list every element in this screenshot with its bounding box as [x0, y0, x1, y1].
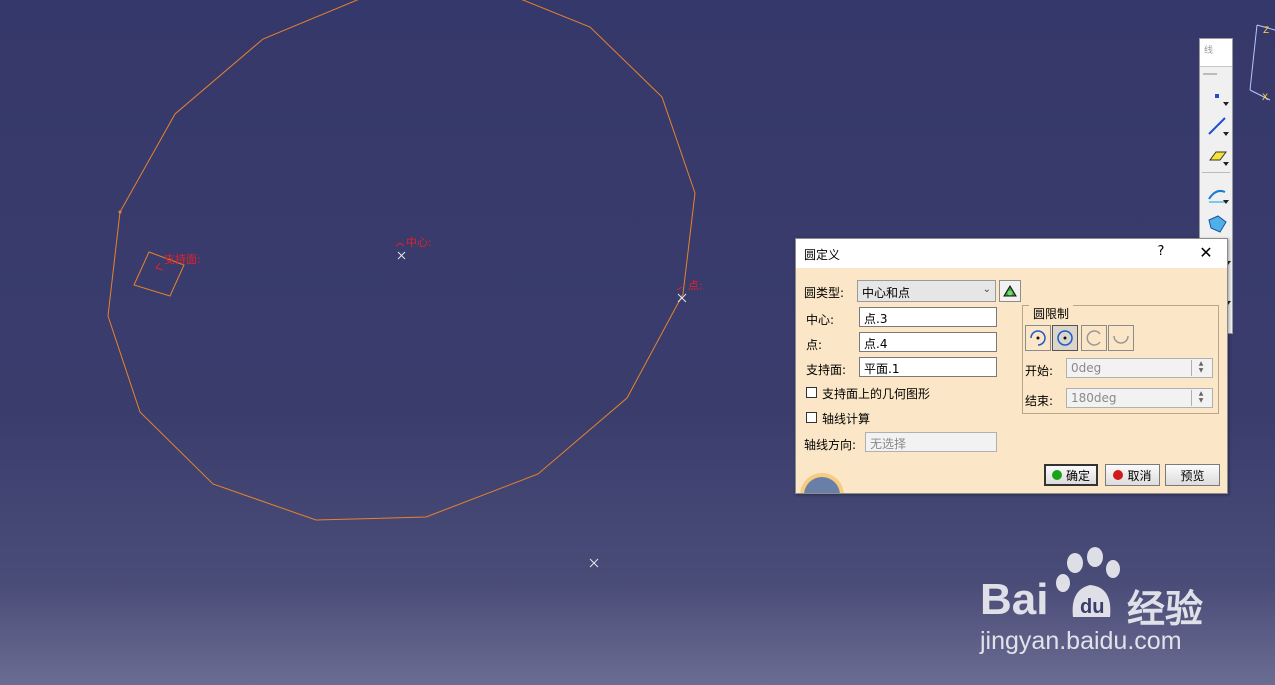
ok-button[interactable]: 确定	[1044, 464, 1098, 486]
center-field-label: 中心:	[806, 313, 835, 327]
center-field[interactable]: 点.3	[859, 307, 997, 327]
end-angle-value: 180deg	[1071, 391, 1117, 405]
axis-compute-label[interactable]: 轴线计算	[822, 410, 870, 427]
start-angle-field[interactable]: 0deg ▲ ▼	[1066, 358, 1213, 378]
part-arc-icon	[1030, 330, 1046, 346]
svg-text:X: X	[1262, 93, 1268, 103]
support-label: 支持面:	[164, 253, 201, 266]
plane-button[interactable]	[1204, 143, 1230, 169]
compass-icon[interactable]: Z X	[1249, 24, 1275, 103]
gallery-icon	[1003, 285, 1017, 297]
projection-button[interactable]	[1204, 181, 1230, 207]
cancel-button[interactable]: 取消	[1105, 464, 1160, 486]
dialog-title: 圆定义	[804, 248, 841, 262]
toolbar-title[interactable]: 线	[1200, 39, 1232, 67]
globe-decoration	[800, 473, 844, 493]
baidu-jingyan-watermark: Bai du 经验 jingyan.baidu.com	[975, 545, 1265, 665]
preview-button[interactable]: 预览	[1165, 464, 1220, 486]
paw-logo-icon: du	[1056, 547, 1120, 618]
axis-compute-checkbox[interactable]	[806, 412, 817, 423]
preview-label: 预览	[1180, 468, 1205, 483]
point-field[interactable]: 点.4	[859, 332, 997, 352]
chevron-down-icon: ⌄	[982, 284, 991, 295]
geometry-on-support-checkbox[interactable]	[806, 387, 817, 398]
trimmed-circle-icon	[1086, 330, 1101, 346]
circle-type-label: 圆类型:	[804, 286, 845, 300]
polyline-vertex	[118, 210, 122, 214]
start-label: 开始:	[1025, 364, 1054, 378]
start-angle-value: 0deg	[1071, 361, 1102, 375]
svg-text:Z: Z	[1263, 26, 1269, 36]
circle-types-gallery-button[interactable]	[999, 280, 1021, 302]
cancel-icon	[1113, 470, 1124, 480]
point-field-label: 点:	[806, 338, 823, 352]
watermark-brand-left: Bai	[980, 575, 1049, 624]
part-arc-button[interactable]	[1025, 325, 1051, 351]
intersection-button[interactable]	[1204, 211, 1230, 237]
svg-text:du: du	[1080, 596, 1104, 618]
end-angle-field[interactable]: 180deg ▲ ▼	[1066, 388, 1213, 408]
circle-limits-legend: 圆限制	[1029, 305, 1074, 322]
axis-direction-field[interactable]: 无选择	[865, 432, 997, 452]
intersection-icon	[1208, 215, 1227, 233]
watermark-url: jingyan.baidu.com	[980, 627, 1182, 655]
support-field-label: 支持面:	[806, 363, 847, 377]
center-label: 中心:	[406, 236, 432, 249]
whole-circle-icon	[1057, 330, 1073, 346]
help-button[interactable]: ?	[1153, 244, 1169, 262]
trimmed-circle-button[interactable]	[1081, 325, 1107, 351]
line-button[interactable]	[1204, 113, 1230, 139]
end-angle-spinner[interactable]: ▲ ▼	[1191, 390, 1210, 406]
complement-circle-icon	[1113, 335, 1129, 344]
toolbar-divider	[1202, 172, 1230, 173]
support-field[interactable]: 平面.1	[859, 357, 997, 377]
circle-point-marker[interactable]	[676, 286, 687, 303]
dialog-titlebar[interactable]: 圆定义 ? ✕	[796, 239, 1227, 268]
point-label: 点:	[688, 279, 703, 292]
close-button[interactable]: ✕	[1198, 243, 1214, 262]
whole-circle-button[interactable]	[1052, 325, 1078, 351]
circle-definition-dialog[interactable]: 圆定义 ? ✕ 圆类型: 中心和点 ⌄ 中心: 点.3 点: 点.4 支持面: …	[795, 238, 1228, 494]
complement-circle-button[interactable]	[1108, 325, 1134, 351]
circle-type-select[interactable]: 中心和点 ⌄	[857, 280, 996, 302]
end-label: 结束:	[1025, 394, 1054, 408]
watermark-brand-right: 经验	[1127, 589, 1204, 631]
ok-icon	[1051, 470, 1062, 480]
origin-point-marker[interactable]	[589, 558, 599, 568]
ok-label: 确定	[1065, 468, 1090, 483]
axis-direction-label: 轴线方向:	[804, 438, 857, 452]
cancel-label: 取消	[1127, 468, 1152, 483]
point-icon	[1215, 94, 1219, 98]
geometry-on-support-label[interactable]: 支持面上的几何图形	[822, 385, 930, 402]
point-button[interactable]	[1204, 83, 1230, 109]
circle-type-value: 中心和点	[862, 286, 911, 300]
center-point-marker[interactable]	[395, 242, 406, 260]
start-angle-spinner[interactable]: ▲ ▼	[1191, 360, 1210, 376]
toolbar-grip[interactable]	[1203, 73, 1217, 75]
